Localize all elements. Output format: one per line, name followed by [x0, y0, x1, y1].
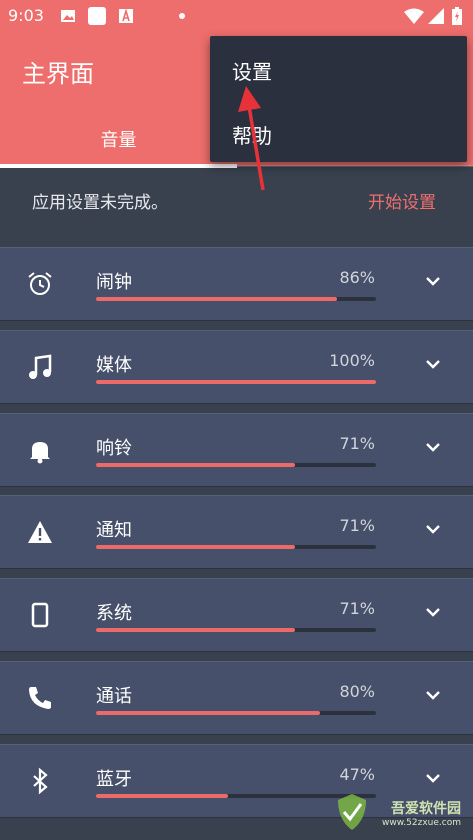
alarm-clock-icon — [28, 272, 52, 295]
volume-percent: 100% — [329, 350, 375, 370]
watermark-url: www.52zxue.com — [382, 818, 461, 828]
bluetooth-icon — [33, 767, 48, 795]
image-icon — [61, 10, 75, 22]
volume-percent: 80% — [339, 682, 375, 701]
overflow-menu: 设置 帮助 — [210, 36, 467, 162]
volume-card: 通知 71% — [0, 495, 473, 570]
volume-percent: 71% — [339, 433, 375, 453]
volume-card: 通话 80% — [0, 661, 473, 735]
square-icon — [88, 7, 106, 25]
volume-slider[interactable] — [96, 711, 376, 715]
wifi-icon — [404, 8, 424, 24]
chevron-down-icon[interactable] — [424, 441, 442, 453]
dot-icon — [179, 13, 185, 19]
volume-card: 闹钟 86% — [0, 247, 473, 321]
chevron-down-icon[interactable] — [424, 358, 442, 370]
volume-slider-fill — [96, 793, 228, 798]
setup-message: 应用设置未完成。 — [32, 193, 168, 213]
chevron-down-icon[interactable] — [424, 606, 442, 618]
start-setup-button[interactable]: 开始设置 — [368, 188, 436, 213]
warning-icon — [28, 521, 52, 544]
bell-icon — [30, 441, 50, 464]
volume-slider-fill — [96, 711, 320, 715]
chevron-down-icon[interactable] — [424, 523, 442, 535]
volume-slider-fill — [96, 297, 337, 301]
volume-card: 响铃 71% — [0, 412, 473, 487]
setup-banner: 应用设置未完成。 开始设置 — [0, 168, 473, 232]
volume-slider[interactable] — [96, 545, 376, 550]
volume-slider-fill — [96, 545, 295, 550]
watermark-shield-icon — [338, 794, 366, 830]
volume-card: 系统 71% — [0, 578, 473, 653]
menu-item-settings[interactable]: 设置 — [232, 56, 272, 85]
chevron-down-icon[interactable] — [424, 689, 442, 701]
watermark-logo: 吾爱软件园 www.52zxue.com — [335, 792, 465, 832]
volume-percent: 86% — [339, 268, 375, 287]
volume-label: 通知 — [96, 520, 132, 542]
volume-slider[interactable] — [96, 462, 376, 467]
volume-slider-fill — [96, 379, 376, 384]
volume-slider[interactable] — [96, 628, 376, 633]
volume-percent: 71% — [339, 516, 375, 536]
volume-slider-fill — [96, 462, 295, 467]
battery-icon — [452, 7, 462, 25]
volume-percent: 47% — [339, 764, 375, 784]
app-a-icon — [119, 8, 133, 23]
chevron-down-icon[interactable] — [424, 772, 442, 784]
volume-card: 媒体 100% — [0, 329, 473, 404]
music-note-icon — [29, 354, 52, 379]
status-bar: 9:03 — [0, 0, 473, 32]
phone-device-icon — [31, 602, 49, 628]
volume-slider[interactable] — [96, 793, 376, 798]
volume-percent: 71% — [339, 599, 375, 619]
menu-item-help[interactable]: 帮助 — [232, 120, 272, 149]
volume-label: 通话 — [96, 686, 132, 707]
watermark-text: 吾爱软件园 — [391, 801, 461, 817]
status-time: 9:03 — [8, 6, 44, 25]
tab-volume[interactable]: 音量 — [0, 126, 237, 152]
volume-label: 蓝牙 — [96, 768, 132, 790]
volume-slider[interactable] — [96, 297, 376, 301]
volume-slider-fill — [96, 628, 295, 633]
volume-label: 响铃 — [96, 437, 132, 459]
page-title: 主界面 — [22, 60, 94, 88]
volume-label: 媒体 — [96, 354, 132, 376]
volume-label: 闹钟 — [96, 272, 132, 293]
volume-label: 系统 — [96, 603, 132, 625]
chevron-down-icon[interactable] — [424, 275, 442, 287]
phone-call-icon — [29, 687, 51, 709]
signal-icon — [428, 8, 444, 24]
volume-slider[interactable] — [96, 379, 376, 384]
